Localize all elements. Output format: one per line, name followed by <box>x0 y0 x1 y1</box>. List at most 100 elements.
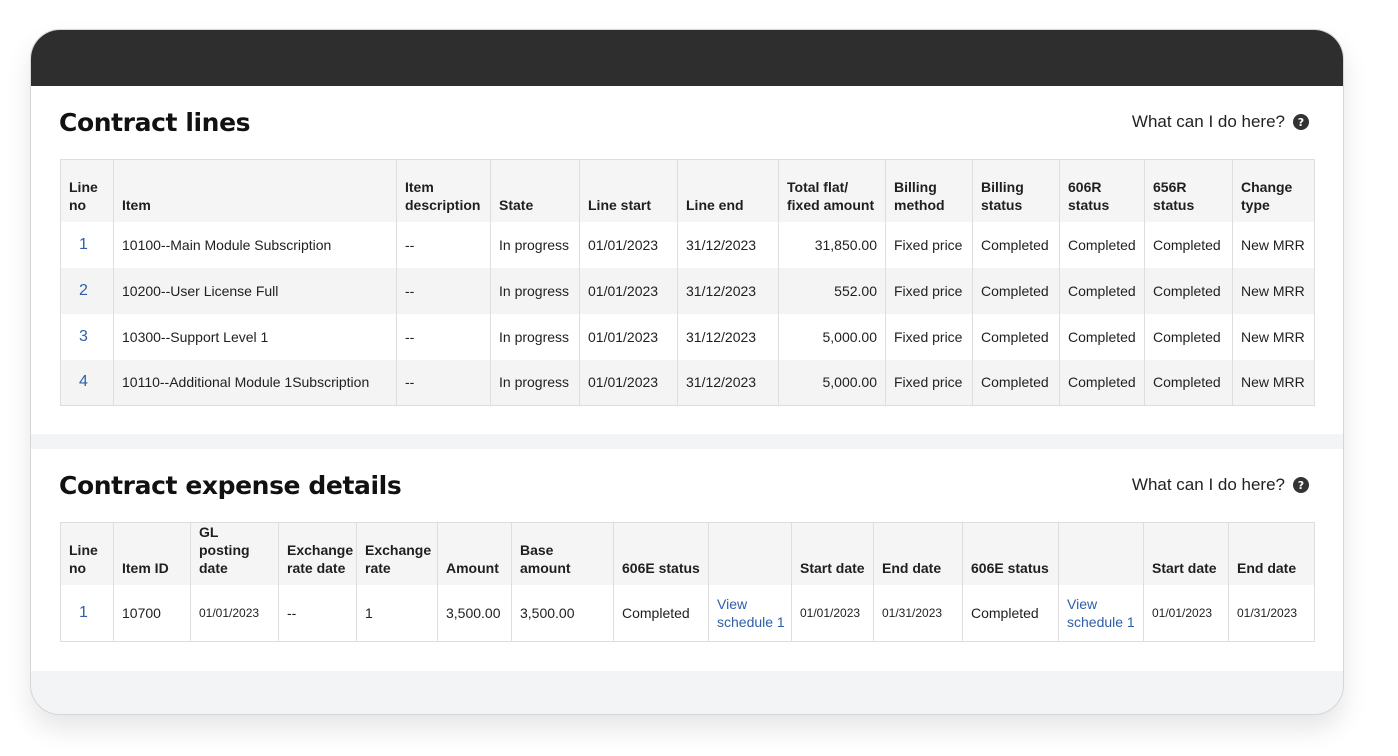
column-header[interactable]: Exchange rate date <box>278 522 357 585</box>
line-end-cell: 31/12/2023 <box>677 221 779 268</box>
billing-method-cell: Fixed price <box>885 221 973 268</box>
606r-status-cell: Completed <box>1059 267 1145 314</box>
table-row: 2 10200--User License Full -- In progres… <box>60 267 1315 314</box>
line-end-cell: 31/12/2023 <box>677 313 779 360</box>
app-window: Contract lines What can I do here? ? Lin… <box>30 29 1344 715</box>
expense-details-panel: Contract expense details What can I do h… <box>31 449 1343 671</box>
column-header[interactable]: End date <box>873 522 963 585</box>
606r-status-cell: Completed <box>1059 221 1145 268</box>
question-icon[interactable]: ? <box>1293 477 1309 493</box>
description-cell: -- <box>396 313 491 360</box>
change-type-cell: New MRR <box>1232 313 1315 360</box>
help-link[interactable]: What can I do here? ? <box>1132 475 1309 495</box>
line-number-link[interactable]: 1 <box>60 585 114 641</box>
help-label[interactable]: What can I do here? <box>1132 475 1285 495</box>
line-start-cell: 01/01/2023 <box>579 313 678 360</box>
line-start-cell: 01/01/2023 <box>579 221 678 268</box>
exchange-rate-date-cell: -- <box>278 585 357 641</box>
column-header[interactable]: Item description <box>396 159 491 222</box>
column-header[interactable]: Item <box>113 159 397 222</box>
amount-cell: 3,500.00 <box>437 585 512 641</box>
description-cell: -- <box>396 359 491 406</box>
column-header[interactable]: Base amount <box>511 522 614 585</box>
column-header[interactable]: Line no <box>60 522 114 585</box>
column-header[interactable]: End date <box>1228 522 1315 585</box>
billing-status-cell: Completed <box>972 359 1060 406</box>
column-header[interactable]: Line end <box>677 159 779 222</box>
column-header[interactable]: Billing method <box>885 159 973 222</box>
606r-status-cell: Completed <box>1059 313 1145 360</box>
table-row: 3 10300--Support Level 1 -- In progress … <box>60 313 1315 360</box>
column-header[interactable]: 656R status <box>1144 159 1233 222</box>
column-header[interactable]: 606E status <box>962 522 1059 585</box>
column-header[interactable]: Start date <box>1143 522 1229 585</box>
section-title: Contract lines <box>59 108 251 137</box>
description-cell: -- <box>396 267 491 314</box>
column-header[interactable]: Total flat/ fixed amount <box>778 159 886 222</box>
gl-posting-date-cell: 01/01/2023 <box>190 585 279 641</box>
item-cell: 10200--User License Full <box>113 267 397 314</box>
column-header[interactable]: Change type <box>1232 159 1315 222</box>
item-cell: 10100--Main Module Subscription <box>113 221 397 268</box>
change-type-cell: New MRR <box>1232 221 1315 268</box>
column-header[interactable]: Amount <box>437 522 512 585</box>
billing-status-cell: Completed <box>972 221 1060 268</box>
change-type-cell: New MRR <box>1232 359 1315 406</box>
help-label[interactable]: What can I do here? <box>1132 112 1285 132</box>
billing-method-cell: Fixed price <box>885 313 973 360</box>
line-end-cell: 31/12/2023 <box>677 267 779 314</box>
line-number-link[interactable]: 2 <box>60 267 114 314</box>
contract-lines-panel: Contract lines What can I do here? ? Lin… <box>31 86 1343 434</box>
billing-status-cell: Completed <box>972 267 1060 314</box>
column-header[interactable]: 606R status <box>1059 159 1145 222</box>
column-header[interactable]: 606E status <box>613 522 709 585</box>
column-header[interactable]: GL posting date <box>190 522 279 585</box>
title-bar <box>31 30 1343 86</box>
help-link[interactable]: What can I do here? ? <box>1132 112 1309 132</box>
exchange-rate-cell: 1 <box>356 585 438 641</box>
606e-status-cell: Completed <box>613 585 709 641</box>
billing-status-cell: Completed <box>972 313 1060 360</box>
column-header[interactable]: Item ID <box>113 522 191 585</box>
656r-status-cell: Completed <box>1144 359 1233 406</box>
table-row: 4 10110--Additional Module 1Subscription… <box>60 359 1315 406</box>
question-icon[interactable]: ? <box>1293 114 1309 130</box>
state-cell: In progress <box>490 313 580 360</box>
item-cell: 10300--Support Level 1 <box>113 313 397 360</box>
state-cell: In progress <box>490 221 580 268</box>
amount-cell: 552.00 <box>778 267 886 314</box>
description-cell: -- <box>396 221 491 268</box>
line-number-link[interactable]: 4 <box>60 359 114 406</box>
column-header[interactable]: Billing status <box>972 159 1060 222</box>
column-header[interactable]: Line no <box>60 159 114 222</box>
line-number-link[interactable]: 1 <box>60 221 114 268</box>
state-cell: In progress <box>490 267 580 314</box>
line-start-cell: 01/01/2023 <box>579 359 678 406</box>
section-title: Contract expense details <box>59 471 402 500</box>
change-type-cell: New MRR <box>1232 267 1315 314</box>
state-cell: In progress <box>490 359 580 406</box>
656r-status-cell: Completed <box>1144 221 1233 268</box>
column-header[interactable]: Exchange rate <box>356 522 438 585</box>
column-header[interactable]: State <box>490 159 580 222</box>
item-id-cell: 10700 <box>113 585 191 641</box>
start-date-cell: 01/01/2023 <box>1143 585 1229 641</box>
line-end-cell: 31/12/2023 <box>677 359 779 406</box>
table-row: 1 10700 01/01/2023 -- 1 3,500.00 3,500.0… <box>60 585 1315 641</box>
billing-method-cell: Fixed price <box>885 267 973 314</box>
table-row: 1 10100--Main Module Subscription -- In … <box>60 221 1315 268</box>
amount-cell: 5,000.00 <box>778 359 886 406</box>
view-schedule-link[interactable]: View schedule 1 <box>1058 585 1144 641</box>
column-header <box>708 522 792 585</box>
billing-method-cell: Fixed price <box>885 359 973 406</box>
line-number-link[interactable]: 3 <box>60 313 114 360</box>
column-header[interactable]: Start date <box>791 522 874 585</box>
expense-details-table: Line no Item ID GL posting date Exchange… <box>60 522 1315 642</box>
line-start-cell: 01/01/2023 <box>579 267 678 314</box>
amount-cell: 31,850.00 <box>778 221 886 268</box>
view-schedule-link[interactable]: View schedule 1 <box>708 585 792 641</box>
606e-status-cell: Completed <box>962 585 1059 641</box>
656r-status-cell: Completed <box>1144 313 1233 360</box>
column-header[interactable]: Line start <box>579 159 678 222</box>
656r-status-cell: Completed <box>1144 267 1233 314</box>
